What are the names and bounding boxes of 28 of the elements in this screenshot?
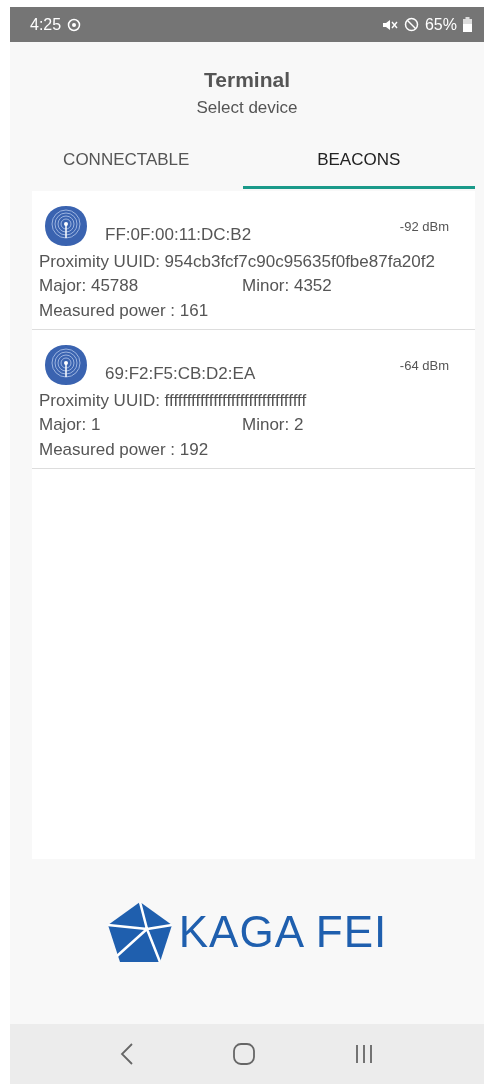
beacon-icon bbox=[44, 205, 88, 247]
logo-icon bbox=[106, 901, 173, 963]
major-value: Major: 45788 bbox=[39, 276, 140, 296]
mute-icon bbox=[381, 17, 398, 32]
minor-value: Minor: 4352 bbox=[242, 276, 332, 296]
major-value: Major: 1 bbox=[39, 415, 102, 435]
screen-subtitle: Select device bbox=[196, 98, 298, 118]
device-address: FF:0F:00:11:DC:B2 bbox=[105, 225, 253, 245]
signal-strength: -92 dBm bbox=[399, 219, 449, 234]
proximity-uuid: Proximity UUID: ffffffffffffffffffffffffffffffff bbox=[39, 390, 308, 411]
recent-apps-icon[interactable] bbox=[354, 1044, 375, 1064]
proximity-uuid: Proximity UUID: 954cb3fcf7c90c95635f0fbe87fa20f2 bbox=[39, 251, 436, 272]
logo-text: KAGA FEI bbox=[178, 907, 388, 957]
do-not-disturb-icon bbox=[403, 17, 419, 32]
minor-value: Minor: 2 bbox=[242, 415, 304, 435]
measured-power: Measured power : 161 bbox=[39, 300, 210, 321]
battery-percentage: 65% bbox=[424, 15, 457, 34]
sync-icon bbox=[67, 17, 82, 32]
device-address: 69:F2:F5:CB:D2:EA bbox=[105, 364, 257, 384]
back-icon[interactable] bbox=[119, 1043, 134, 1065]
measured-power: Measured power : 192 bbox=[39, 439, 210, 460]
clock-time: 4:25 bbox=[30, 15, 62, 34]
tab[interactable]: CONNECTABLE bbox=[10, 140, 243, 189]
signal-strength: -64 dBm bbox=[399, 358, 449, 373]
home-icon[interactable] bbox=[233, 1043, 255, 1065]
battery-icon bbox=[463, 17, 472, 32]
beacon-icon bbox=[44, 344, 88, 386]
screen-title: Terminal bbox=[204, 68, 290, 92]
